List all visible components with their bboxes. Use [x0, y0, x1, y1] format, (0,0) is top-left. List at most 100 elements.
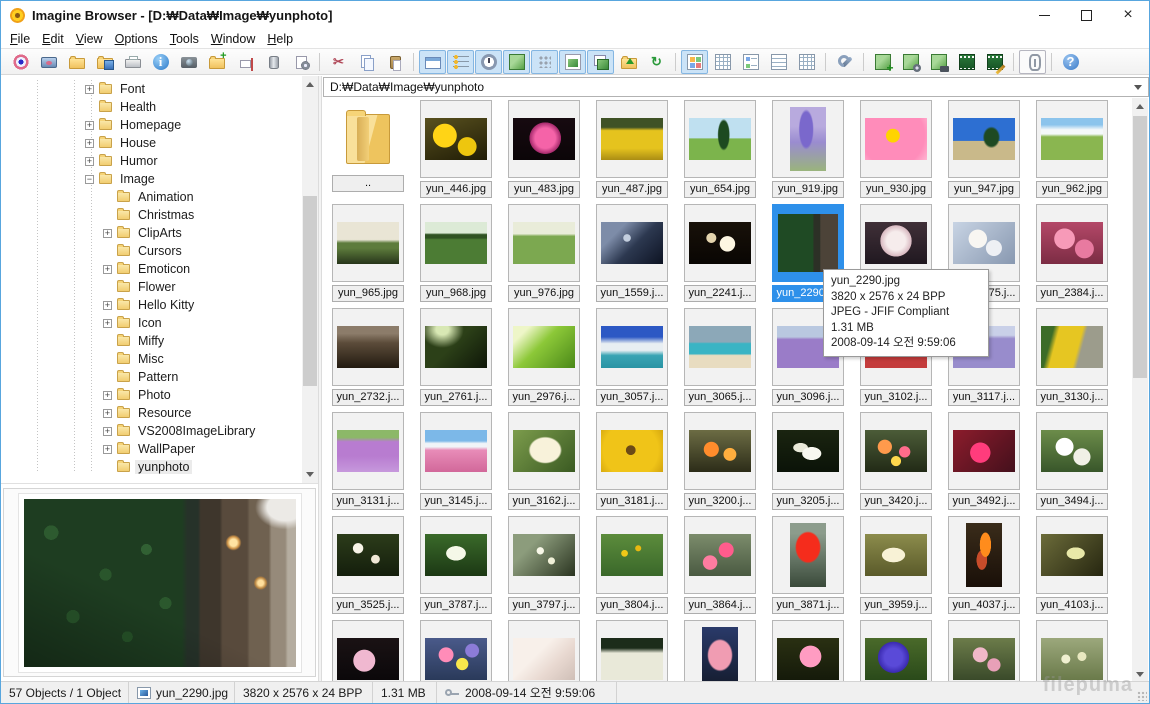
large-folder-icon[interactable]: [346, 110, 390, 164]
tree-item-pattern[interactable]: Pattern: [1, 368, 318, 386]
file-item[interactable]: yun_2241.j...: [684, 204, 756, 302]
file-item[interactable]: yun_2384.j...: [1036, 204, 1108, 302]
thumbnail[interactable]: [1036, 308, 1108, 386]
file-item[interactable]: [332, 620, 404, 683]
file-item[interactable]: yun_1559.j...: [596, 204, 668, 302]
file-info-button[interactable]: [147, 50, 174, 74]
file-item[interactable]: [508, 620, 580, 683]
tree-scroll-thumb[interactable]: [303, 196, 317, 386]
thumbnail[interactable]: [684, 204, 756, 282]
thumbnail[interactable]: [596, 412, 668, 490]
file-item[interactable]: [596, 620, 668, 683]
collapse-toggle-icon[interactable]: −: [85, 174, 94, 184]
thumbnail[interactable]: [596, 204, 668, 282]
thumbnail[interactable]: [860, 100, 932, 178]
thumbnail[interactable]: [420, 204, 492, 282]
thumbnail[interactable]: [684, 412, 756, 490]
tree-item-health[interactable]: Health: [1, 98, 318, 116]
file-item[interactable]: [948, 620, 1020, 683]
maximize-button[interactable]: [1065, 1, 1107, 29]
file-item[interactable]: yun_930.jpg: [860, 100, 932, 198]
thumbnail[interactable]: [772, 100, 844, 178]
file-properties-button[interactable]: [287, 50, 314, 74]
print-button[interactable]: [119, 50, 146, 74]
tree-item-cliparts[interactable]: + ClipArts: [1, 224, 318, 242]
file-item[interactable]: yun_3420.j...: [860, 412, 932, 510]
tree-item-cursors[interactable]: Cursors: [1, 242, 318, 260]
expand-toggle-icon[interactable]: +: [85, 84, 94, 94]
thumbnail[interactable]: [1036, 204, 1108, 282]
tree-item-emoticon[interactable]: + Emoticon: [1, 260, 318, 278]
thumbnail[interactable]: [332, 308, 404, 386]
expand-toggle-icon[interactable]: +: [103, 444, 112, 454]
address-dropdown-icon[interactable]: [1134, 84, 1142, 90]
file-item[interactable]: yun_965.jpg: [332, 204, 404, 302]
toggle-history-button[interactable]: [475, 49, 502, 74]
toggle-sort-options-button[interactable]: [447, 49, 474, 74]
thumbnail[interactable]: [684, 620, 756, 683]
file-item[interactable]: yun_976.jpg: [508, 204, 580, 302]
view-details-button[interactable]: [793, 50, 820, 74]
menu-file[interactable]: File: [10, 32, 39, 46]
attach-button[interactable]: [1019, 49, 1046, 74]
help-button[interactable]: [1057, 50, 1084, 74]
thumbnail[interactable]: [596, 308, 668, 386]
file-item[interactable]: yun_3525.j...: [332, 516, 404, 614]
open-folder-button[interactable]: [63, 50, 90, 74]
new-folder-button[interactable]: [203, 50, 230, 74]
thumbnail[interactable]: [860, 516, 932, 594]
expand-toggle-icon[interactable]: +: [103, 318, 112, 328]
thumbnail[interactable]: [684, 516, 756, 594]
tree-item-homepage[interactable]: + Homepage: [1, 116, 318, 134]
file-item[interactable]: yun_3065.j...: [684, 308, 756, 406]
tree-item-photo[interactable]: + Photo: [1, 386, 318, 404]
toggle-spacing-button[interactable]: [531, 49, 558, 74]
file-item[interactable]: yun_3057.j...: [596, 308, 668, 406]
file-item[interactable]: yun_968.jpg: [420, 204, 492, 302]
tree-item-font[interactable]: + Font: [1, 80, 318, 98]
view-tiles-button[interactable]: [737, 50, 764, 74]
tree-item-image[interactable]: − Image: [1, 170, 318, 188]
menu-tools[interactable]: Tools: [170, 32, 208, 46]
file-item[interactable]: yun_3871.j...: [772, 516, 844, 614]
resize-grip-icon[interactable]: [1137, 691, 1147, 701]
thumbnail[interactable]: [596, 516, 668, 594]
tree-item-hello-kitty[interactable]: + Hello Kitty: [1, 296, 318, 314]
view-list-button[interactable]: [765, 50, 792, 74]
tree-scroll-down-icon[interactable]: [302, 466, 318, 483]
image-process-button[interactable]: [897, 50, 924, 74]
tree-item-miffy[interactable]: Miffy: [1, 332, 318, 350]
thumbnail[interactable]: [420, 308, 492, 386]
thumbnail[interactable]: [684, 308, 756, 386]
address-combobox[interactable]: D:₩Data₩Image₩yunphoto: [323, 77, 1149, 97]
toggle-image-panel-button[interactable]: [503, 49, 530, 74]
thumbnail[interactable]: [596, 100, 668, 178]
parent-folder-item[interactable]: ..: [332, 100, 404, 197]
file-item[interactable]: [772, 620, 844, 683]
menu-window[interactable]: Window: [211, 32, 264, 46]
file-item[interactable]: yun_3797.j...: [508, 516, 580, 614]
grid-scroll-up-icon[interactable]: [1132, 98, 1148, 115]
file-item[interactable]: yun_3787.j...: [420, 516, 492, 614]
thumbnail[interactable]: [420, 516, 492, 594]
thumbnail[interactable]: [332, 516, 404, 594]
expand-toggle-icon[interactable]: +: [103, 264, 112, 274]
thumbnail[interactable]: [508, 308, 580, 386]
view-thumbnails-button[interactable]: [681, 49, 708, 74]
minimize-button[interactable]: [1023, 1, 1065, 29]
thumbnail[interactable]: [332, 412, 404, 490]
file-item[interactable]: yun_3492.j...: [948, 412, 1020, 510]
tree-scrollbar[interactable]: [302, 76, 318, 483]
filmstrip-button[interactable]: [953, 50, 980, 74]
cut-button[interactable]: [325, 50, 352, 74]
file-item[interactable]: yun_3494.j...: [1036, 412, 1108, 510]
expand-toggle-icon[interactable]: +: [103, 300, 112, 310]
file-item[interactable]: yun_446.jpg: [420, 100, 492, 198]
copy-button[interactable]: [353, 50, 380, 74]
thumbnail[interactable]: [332, 620, 404, 683]
thumbnail[interactable]: [332, 204, 404, 282]
image-add-button[interactable]: [869, 50, 896, 74]
image-capture-button[interactable]: [925, 50, 952, 74]
file-item[interactable]: yun_3959.j...: [860, 516, 932, 614]
tools-wrench-button[interactable]: [831, 50, 858, 74]
